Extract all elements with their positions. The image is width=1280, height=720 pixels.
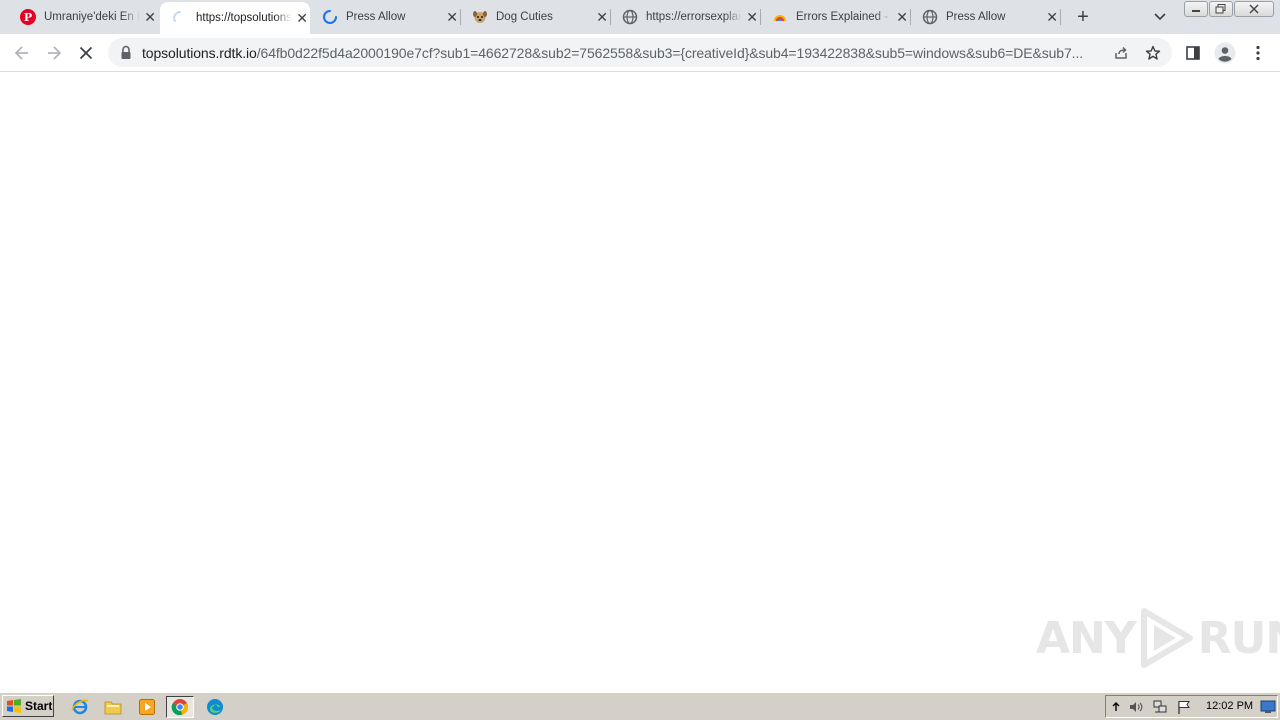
tab-1[interactable]: https://topsolutions.rdtk.io ✕ — [160, 2, 310, 34]
folder-icon[interactable] — [102, 696, 124, 718]
loading-spinner-icon — [172, 10, 188, 26]
tab-strip: P Ümraniye'deki En İyi ✕ https://topsolu… — [0, 0, 1280, 34]
close-tab-icon[interactable]: ✕ — [1044, 9, 1060, 25]
tab-title: Ümraniye'deki En İyi — [44, 11, 141, 23]
close-tab-icon[interactable]: ✕ — [894, 9, 910, 25]
watermark-text-left: ANY — [1036, 612, 1137, 664]
share-icon[interactable] — [1112, 44, 1130, 62]
globe-icon — [622, 9, 638, 25]
close-tab-icon[interactable]: ✕ — [294, 10, 310, 26]
internet-explorer-icon[interactable] — [69, 696, 91, 718]
tab-title: https://errorsexplained — [646, 11, 742, 23]
dog-favicon-icon — [472, 9, 488, 25]
tab-2[interactable]: Press Allow ✕ — [310, 0, 460, 34]
tab-0[interactable]: P Ümraniye'deki En İyi ✕ — [8, 0, 158, 34]
show-desktop-icon[interactable] — [1260, 699, 1276, 715]
lock-icon[interactable] — [119, 45, 133, 61]
close-icon[interactable] — [1234, 1, 1274, 17]
globe-icon — [922, 9, 938, 25]
url-path: /64fb0d22f5d4a2000190e7cf?sub1=4662728&s… — [256, 45, 1084, 61]
url-host: topsolutions.rdtk.io — [142, 45, 257, 61]
tab-divider — [1060, 9, 1061, 25]
arrow-right-icon[interactable] — [40, 39, 68, 67]
watermark-text-right: RUN — [1197, 612, 1280, 664]
play-triangle-icon — [1140, 608, 1193, 668]
loading-spinner-icon — [322, 9, 338, 25]
volume-icon[interactable] — [1128, 699, 1144, 715]
chevron-down-icon[interactable] — [1150, 7, 1170, 27]
anyrun-watermark: ANY RUN — [1036, 606, 1280, 670]
tab-title: Errors Explained - — [796, 11, 889, 23]
tab-title: Dog Cuties — [496, 11, 553, 23]
stop-loading-icon[interactable] — [72, 39, 100, 67]
tab-title: Press Allow — [346, 11, 406, 23]
close-tab-icon[interactable]: ✕ — [594, 9, 610, 25]
address-bar[interactable]: topsolutions.rdtk.io/64fb0d22f5d4a200019… — [108, 38, 1172, 67]
tab-title: https://topsolutions.rdtk.io — [196, 12, 293, 24]
colorful-favicon-icon — [772, 9, 788, 25]
close-tab-icon[interactable]: ✕ — [444, 9, 460, 25]
side-panel-icon[interactable] — [1179, 39, 1207, 67]
tab-5[interactable]: Errors Explained - ✕ — [760, 0, 910, 34]
media-player-icon[interactable] — [136, 696, 158, 718]
flag-icon[interactable] — [1176, 699, 1192, 715]
kebab-menu-icon[interactable] — [1244, 39, 1272, 67]
system-tray: 12:02 PM — [1105, 695, 1278, 718]
start-button[interactable]: Start — [2, 695, 54, 717]
arrow-left-icon[interactable] — [8, 39, 36, 67]
plus-icon[interactable]: + — [1071, 6, 1095, 28]
tab-title: Press Allow — [946, 11, 1006, 23]
windows-logo-icon — [7, 699, 21, 713]
page-content — [0, 72, 1280, 692]
minimize-icon[interactable] — [1184, 1, 1208, 17]
network-icon[interactable] — [1152, 699, 1168, 715]
chrome-icon[interactable] — [166, 696, 194, 718]
edge-icon[interactable] — [204, 696, 226, 718]
show-hidden-icon[interactable] — [1108, 699, 1124, 715]
url-text[interactable]: topsolutions.rdtk.io/64fb0d22f5d4a200019… — [142, 45, 1108, 61]
tab-3[interactable]: Dog Cuties ✕ — [460, 0, 610, 34]
profile-icon[interactable] — [1211, 39, 1239, 67]
svg-text:P: P — [24, 11, 32, 24]
pinterest-icon: P — [20, 9, 36, 25]
start-label: Start — [25, 699, 53, 713]
browser-toolbar: topsolutions.rdtk.io/64fb0d22f5d4a200019… — [0, 34, 1280, 72]
close-tab-icon[interactable]: ✕ — [744, 9, 760, 25]
star-icon[interactable] — [1144, 44, 1162, 62]
taskbar: Start 12:02 PM — [0, 692, 1280, 720]
close-tab-icon[interactable]: ✕ — [142, 9, 158, 25]
tab-4[interactable]: https://errorsexplained ✕ — [610, 0, 760, 34]
tab-6[interactable]: Press Allow ✕ — [910, 0, 1060, 34]
clock[interactable]: 12:02 PM — [1206, 700, 1253, 712]
restore-icon[interactable] — [1209, 1, 1233, 17]
